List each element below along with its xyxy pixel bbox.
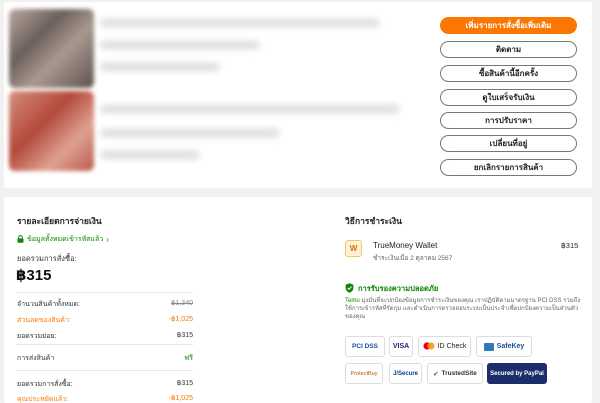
blurred-product-info [100,40,260,50]
summary-value: ฟรี [184,355,193,362]
safekey-badge: SafeKey [476,336,532,357]
order-total-value: ฿315 [16,267,52,284]
receipt-button[interactable]: ดูใบเสร็จรับเงิน [440,89,577,106]
trustedsite-label: TrustedSite [441,370,477,377]
track-button[interactable]: ติดตาม [440,41,577,58]
product-thumbnail[interactable] [9,9,94,88]
summary-label: ยอดรวมการสั่งซื้อ: [17,381,73,388]
secure-note-link[interactable]: ข้อมูลทั้งหมดเข้ารหัสแล้ว › [17,234,109,245]
check-icon: ✔ [433,370,439,378]
chevron-right-icon: › [106,235,109,244]
pci-dss-badge: PCI DSS [345,336,385,357]
brand-name: Temu [345,298,360,304]
change-address-button[interactable]: เปลี่ยนที่อยู่ [440,135,577,152]
paypal-badge: Secured by PayPal [487,363,547,384]
jcb-icon: J/Secure [392,370,419,377]
lock-icon [17,234,24,245]
pci-dss-icon: PCI DSS [351,343,378,350]
product-thumbnail[interactable] [9,91,94,171]
blurred-product-info [100,62,220,72]
security-text: มุ่งมั่นที่จะปกป้องข้อมูลการชำระเงินของค… [345,298,581,320]
summary-row: ส่วนลดของสินค้า: -฿1,025 [17,315,193,326]
summary-label: คุณประหยัดแล้ว: [17,396,69,403]
summary-label: ส่วนลดของสินค้า: [17,317,71,324]
secure-note-label: ข้อมูลทั้งหมดเข้ารหัสแล้ว [27,236,104,243]
visa-badge: VISA [389,336,413,357]
summary-value: ฿1,340 [171,300,193,307]
id-check-badge: ID Check [418,336,471,357]
summary-row: คุณประหยัดแล้ว: -฿1,025 [17,394,193,403]
divider [16,370,193,371]
paid-date: ชำระเงินเมื่อ 2 ตุลาคม 2567 [373,255,453,262]
divider [16,344,193,345]
summary-value: -฿1,025 [168,316,193,323]
jsecure-badge: J/Secure [389,363,422,384]
protectbuy-icon: ProtectBuy [350,370,378,377]
shield-check-icon [345,283,354,295]
summary-row: จำนวนสินค้าทั้งหมด: ฿1,340 [17,299,193,310]
summary-label: จำนวนสินค้าทั้งหมด: [17,301,80,308]
amex-icon [483,342,494,351]
summary-row: ยอดรวมย่อย: ฿315 [17,331,193,342]
payment-amount: ฿315 [561,241,579,250]
security-description: Temu มุ่งมั่นที่จะปกป้องข้อมูลการชำระเงิ… [345,297,585,321]
trustedsite-badge: ✔ TrustedSite [427,363,483,384]
buy-again-button[interactable]: ซื้อสินค้านี้อีกครั้ง [440,65,577,82]
blurred-product-info [100,104,400,114]
protectbuy-badge: ProtectBuy [345,363,383,384]
summary-value: ฿315 [176,380,193,387]
summary-label: การส่งสินค้า [17,355,55,362]
blurred-product-info [100,18,380,28]
cancel-items-button[interactable]: ยกเลิกรายการสินค้า [440,159,577,176]
blurred-product-info [100,128,280,138]
order-total-label: ยอดรวมการสั่งซื้อ: [17,254,77,263]
blurred-product-info [100,150,200,160]
summary-row: ยอดรวมการสั่งซื้อ: ฿315 [17,379,193,390]
divider [16,292,193,293]
payment-method-title: วิธีการชำระเงิน [345,216,402,226]
buy-more-button[interactable]: เพิ่มรายการสั่งซื้อเพิ่มเติม [440,17,577,34]
safekey-label: SafeKey [496,343,525,350]
payment-details-title: รายละเอียดการจ่ายเงิน [17,216,102,226]
security-title: การรับรองความปลอดภัย [345,283,438,295]
paypal-label: Secured by PayPal [490,370,544,377]
mastercard-icon [422,341,435,352]
id-check-label: ID Check [437,343,467,350]
summary-value: ฿315 [176,332,193,339]
summary-row: การส่งสินค้า ฟรี [17,353,193,364]
truemoney-logo-icon: W [345,240,362,257]
summary-label: ยอดรวมย่อย: [17,333,57,340]
visa-icon: VISA [392,343,410,350]
wallet-name: TrueMoney Wallet [373,241,438,250]
summary-value: -฿1,025 [168,395,193,402]
security-title-label: การรับรองความปลอดภัย [358,284,439,293]
price-adjust-button[interactable]: การปรับราคา [440,112,577,129]
